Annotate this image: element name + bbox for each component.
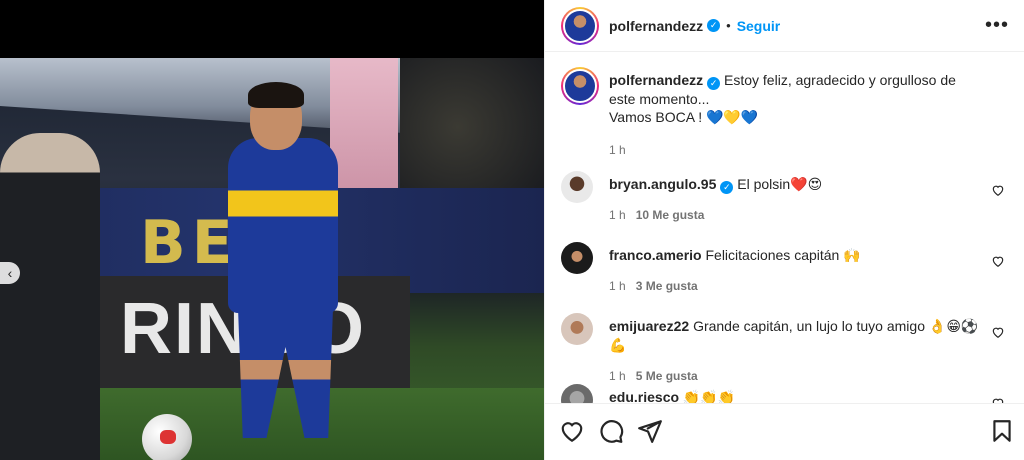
post-header: polfernandezz ✓ • Seguir •••: [545, 0, 1024, 52]
comment-emojis: 🙌: [843, 248, 861, 264]
post-action-bar: [545, 403, 1024, 460]
coach-figure: [0, 133, 100, 460]
player-figure: [228, 138, 338, 313]
verified-badge-icon: ✓: [707, 77, 721, 90]
bookmark-icon[interactable]: [989, 418, 1015, 444]
comment-emojis: 👏👏👏: [682, 390, 736, 403]
caption-emojis: 💙💛💙: [706, 110, 759, 126]
football: [142, 414, 192, 460]
comment-username[interactable]: emijuarez22: [609, 318, 689, 334]
comments-list[interactable]: polfernandezz ✓ Estoy feliz, agradecido y…: [545, 53, 1024, 403]
comment-likes-button[interactable]: 10 Me gusta: [636, 208, 705, 222]
heart-icon[interactable]: [559, 418, 585, 444]
comment-text: Grande capitán, un lujo lo tuyo amigo: [693, 318, 925, 334]
comment-likes-button[interactable]: 5 Me gusta: [636, 369, 698, 383]
share-icon[interactable]: [637, 418, 663, 444]
post-time: 1 h: [609, 143, 626, 157]
heart-icon[interactable]: [991, 396, 1005, 403]
comment-likes-button[interactable]: 3 Me gusta: [636, 279, 698, 293]
comment-time: 1 h: [609, 369, 626, 383]
caption-username[interactable]: polfernandezz: [609, 72, 703, 88]
more-options-icon[interactable]: •••: [985, 14, 1009, 37]
comment-time: 1 h: [609, 208, 626, 222]
comment-username[interactable]: edu.riesco: [609, 389, 679, 403]
post-media: BER RINGO ‹: [0, 0, 544, 460]
caption-text-line2: Vamos BOCA !: [609, 109, 703, 125]
comment-text: El polsin: [737, 176, 791, 192]
comment-time: 1 h: [609, 279, 626, 293]
comment-emojis: ❤️😍: [790, 177, 823, 193]
avatar[interactable]: [561, 6, 599, 45]
heart-icon[interactable]: [991, 254, 1005, 268]
avatar[interactable]: [561, 384, 593, 403]
post-photo: BER RINGO: [0, 58, 544, 460]
avatar[interactable]: [561, 242, 593, 274]
comment-icon[interactable]: [598, 418, 624, 444]
header-username[interactable]: polfernandezz: [609, 18, 703, 34]
heart-icon[interactable]: [991, 325, 1005, 339]
avatar[interactable]: [561, 313, 593, 345]
follow-button[interactable]: Seguir: [737, 18, 781, 34]
comment-username[interactable]: bryan.angulo.95: [609, 176, 716, 192]
comment-text: Felicitaciones capitán: [705, 247, 840, 263]
verified-badge-icon: ✓: [720, 181, 734, 194]
verified-badge-icon: ✓: [707, 19, 721, 32]
heart-icon[interactable]: [991, 183, 1005, 197]
post-side-panel: polfernandezz ✓ • Seguir ••• polfernande…: [544, 0, 1024, 460]
avatar[interactable]: [561, 171, 593, 203]
comment-username[interactable]: franco.amerio: [609, 247, 702, 263]
avatar[interactable]: [561, 67, 599, 105]
